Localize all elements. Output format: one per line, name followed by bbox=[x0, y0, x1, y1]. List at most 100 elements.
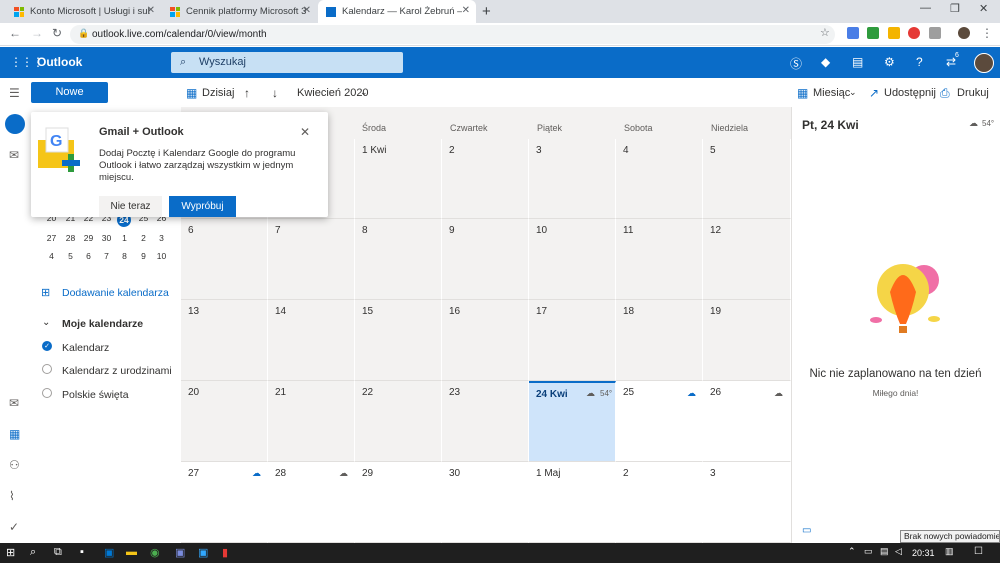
lock-icon[interactable]: 🔒 bbox=[78, 28, 89, 39]
windows-start-icon[interactable]: ⊞ bbox=[6, 546, 15, 559]
mini-calendar-day[interactable]: 3 bbox=[152, 233, 171, 243]
calendar-day-cell[interactable]: 1 Maj bbox=[529, 462, 616, 543]
mini-calendar-day[interactable]: 9 bbox=[134, 251, 153, 261]
battery-icon[interactable]: ▭ bbox=[864, 546, 873, 557]
add-calendar-link[interactable]: Dodawanie kalendarza bbox=[62, 287, 169, 299]
clock-time[interactable]: 20:31 bbox=[912, 548, 935, 558]
app-icon[interactable]: ▣ bbox=[175, 546, 185, 559]
calendar-checkbox-checked[interactable]: ✓ bbox=[42, 341, 52, 351]
volume-icon[interactable]: ◁ bbox=[895, 546, 902, 557]
mini-calendar-day[interactable]: 5 bbox=[61, 251, 80, 261]
calendar-icon[interactable]: ▦ bbox=[9, 427, 20, 441]
next-arrow-icon[interactable]: ↓ bbox=[272, 86, 278, 100]
app-icon[interactable]: ▮ bbox=[222, 546, 228, 559]
close-icon[interactable]: ✕ bbox=[300, 125, 310, 139]
calendar-day-cell[interactable]: 1 Kwi bbox=[355, 139, 442, 219]
maximize-icon[interactable]: ❐ bbox=[950, 2, 960, 15]
mini-calendar-day[interactable]: 29 bbox=[79, 233, 98, 243]
chevron-down-icon[interactable]: ⌄ bbox=[849, 87, 857, 98]
mini-calendar-day[interactable]: 1 bbox=[115, 233, 134, 243]
calendar-day-cell[interactable]: 23 bbox=[442, 381, 529, 462]
browser-tab-3[interactable]: Kalendarz — Karol Żebruń — Ou ✕ bbox=[318, 0, 476, 23]
try-button[interactable]: Wypróbuj bbox=[169, 196, 236, 217]
chevron-down-icon[interactable]: ⌄ bbox=[360, 87, 368, 98]
reload-icon[interactable]: ↻ bbox=[52, 26, 62, 40]
new-tab-button[interactable]: + bbox=[482, 3, 491, 20]
check-extension-icon[interactable] bbox=[867, 27, 879, 39]
mini-calendar-day[interactable]: 8 bbox=[115, 251, 134, 261]
search-input[interactable]: ⌕ Wyszukaj bbox=[171, 52, 403, 73]
mini-calendar-day[interactable]: 30 bbox=[97, 233, 116, 243]
todo-check-icon[interactable]: ✓ bbox=[9, 520, 19, 534]
calendar-day-cell[interactable]: 3 bbox=[703, 462, 791, 543]
translate-extension-icon[interactable] bbox=[847, 27, 859, 39]
attachment-icon[interactable]: ⌇ bbox=[9, 489, 15, 503]
calendar-day-cell[interactable]: 13 bbox=[181, 300, 268, 381]
view-switcher[interactable]: Miesiąc bbox=[813, 87, 850, 99]
action-center-icon[interactable]: ▥ bbox=[945, 546, 954, 557]
share-button[interactable]: Udostępnij bbox=[884, 87, 936, 99]
people-icon[interactable]: ⚇ bbox=[9, 458, 20, 472]
calendar-day-cell[interactable]: 8 bbox=[355, 219, 442, 300]
search-icon[interactable]: ⌕ bbox=[30, 546, 36, 559]
mini-calendar-day[interactable]: 6 bbox=[79, 251, 98, 261]
calendar-day-cell[interactable]: 7 bbox=[268, 219, 355, 300]
agenda-toggle-icon[interactable]: ▭ bbox=[802, 525, 811, 536]
calendar-day-cell[interactable]: 20 bbox=[181, 381, 268, 462]
menu-kebab-icon[interactable]: ⋮ bbox=[981, 26, 993, 40]
calendar-day-cell[interactable]: 17 bbox=[529, 300, 616, 381]
user-avatar[interactable] bbox=[974, 53, 994, 73]
back-icon[interactable]: ← bbox=[9, 26, 21, 40]
calendar-checkbox[interactable] bbox=[42, 388, 52, 398]
skype-icon[interactable]: Ⓢ bbox=[790, 55, 802, 72]
notification-center-icon[interactable]: ☐ bbox=[974, 546, 983, 557]
mini-calendar-day[interactable]: 2 bbox=[134, 233, 153, 243]
url-field[interactable]: outlook.live.com/calendar/0/view/month bbox=[70, 25, 835, 44]
browser-tab-2[interactable]: Cennik platformy Microsoft 365 | ✕ bbox=[162, 0, 317, 23]
calendar-day-cell[interactable]: 6 bbox=[181, 219, 268, 300]
tray-chevron-icon[interactable]: ⌃ bbox=[848, 546, 856, 557]
today-button[interactable]: Dzisiaj bbox=[202, 87, 234, 99]
mini-calendar-day[interactable]: 7 bbox=[97, 251, 116, 261]
calendar-day-cell[interactable]: 19 bbox=[703, 300, 791, 381]
forward-icon[interactable]: → bbox=[31, 26, 43, 40]
mini-calendar-day[interactable]: 4 bbox=[42, 251, 61, 261]
terminal-icon[interactable]: ▪ bbox=[80, 546, 84, 558]
calendar-day-cell[interactable]: 11 bbox=[616, 219, 703, 300]
previous-arrow-icon[interactable]: ↑ bbox=[244, 86, 250, 100]
hamburger-menu-icon[interactable]: ☰ bbox=[9, 86, 20, 100]
new-event-button[interactable]: Nowe zdarzenie bbox=[31, 82, 108, 119]
mail-icon[interactable]: ✉ bbox=[9, 396, 19, 410]
bookmark-star-icon[interactable]: ☆ bbox=[820, 26, 830, 39]
file-explorer-icon[interactable]: ▬ bbox=[126, 546, 137, 558]
not-now-button[interactable]: Nie teraz bbox=[99, 196, 162, 217]
mini-calendar-day[interactable]: 10 bbox=[152, 251, 171, 261]
chevron-down-icon[interactable]: ⌄ bbox=[42, 317, 50, 328]
my-calendars-heading[interactable]: Moje kalendarze bbox=[62, 318, 143, 330]
calendar-day-cell[interactable]: 14 bbox=[268, 300, 355, 381]
calendar-item-kalendarz[interactable]: Kalendarz bbox=[62, 342, 109, 354]
premium-diamond-icon[interactable]: ◆ bbox=[821, 55, 830, 69]
calendar-day-cell[interactable]: 2 bbox=[442, 139, 529, 219]
calendar-day-cell[interactable]: 5 bbox=[703, 139, 791, 219]
task-view-icon[interactable]: ⧉ bbox=[54, 546, 62, 559]
calendar-day-cell[interactable]: 2 bbox=[616, 462, 703, 543]
my-day-icon[interactable]: ▤ bbox=[852, 55, 863, 69]
calendar-item-birthdays[interactable]: Kalendarz z urodzinami bbox=[62, 365, 172, 377]
browser-tab-1[interactable]: Konto Microsoft | Usługi i subskr ✕ bbox=[6, 0, 161, 23]
minimize-icon[interactable]: — bbox=[920, 2, 931, 14]
calendar-item-holidays[interactable]: Polskie święta bbox=[62, 389, 129, 401]
calendar-day-cell[interactable]: 16 bbox=[442, 300, 529, 381]
close-tab-icon[interactable]: ✕ bbox=[303, 5, 311, 16]
print-button[interactable]: Drukuj bbox=[957, 87, 989, 99]
close-window-icon[interactable]: ✕ bbox=[979, 2, 988, 15]
calendar-day-cell[interactable]: 12 bbox=[703, 219, 791, 300]
calendar-day-cell[interactable]: 30 bbox=[442, 462, 529, 543]
profile-avatar-icon[interactable] bbox=[958, 27, 970, 39]
extension-icon[interactable] bbox=[929, 27, 941, 39]
help-icon[interactable]: ? bbox=[916, 55, 923, 69]
calendar-day-cell[interactable]: 21 bbox=[268, 381, 355, 462]
mini-calendar-day[interactable]: 27 bbox=[42, 233, 61, 243]
calendar-day-cell[interactable]: 18 bbox=[616, 300, 703, 381]
opera-extension-icon[interactable] bbox=[908, 27, 920, 39]
